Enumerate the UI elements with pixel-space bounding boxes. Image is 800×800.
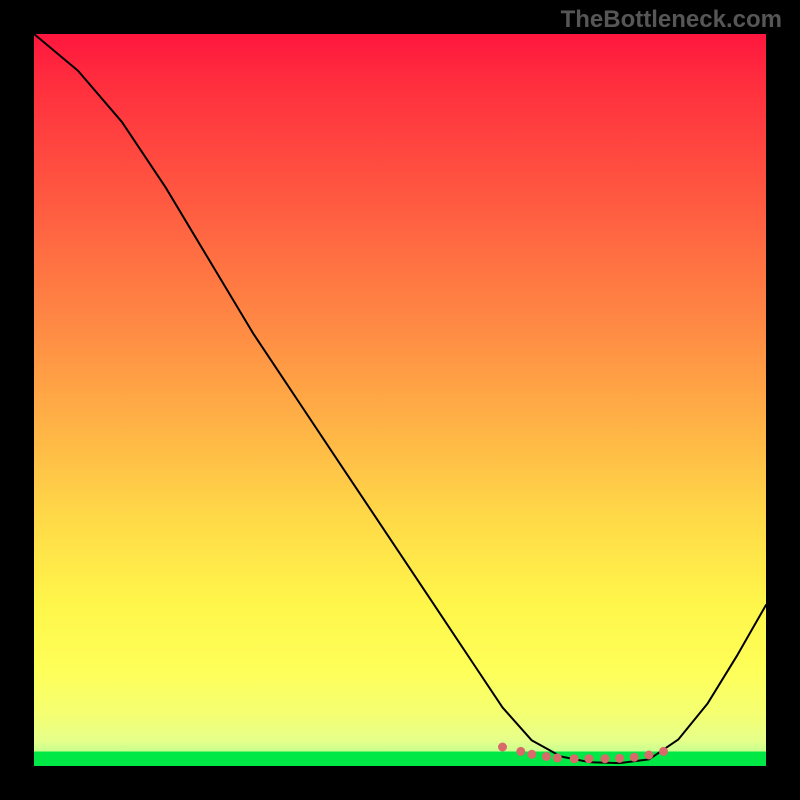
chart-dot [601, 754, 610, 763]
chart-line [34, 34, 766, 763]
chart-dot [630, 753, 639, 762]
chart-dot [527, 750, 536, 759]
chart-dot [498, 743, 507, 752]
chart-dot [615, 754, 624, 763]
chart-dot [553, 753, 562, 762]
chart-svg [34, 34, 766, 766]
chart-plot-area [34, 34, 766, 766]
watermark-text: TheBottleneck.com [561, 6, 782, 34]
chart-dot [570, 754, 579, 763]
chart-dot [542, 752, 551, 761]
chart-dot [644, 751, 653, 760]
chart-dot [584, 754, 593, 763]
chart-dot [516, 747, 525, 756]
chart-dot [659, 747, 668, 756]
frame: TheBottleneck.com [0, 0, 800, 800]
